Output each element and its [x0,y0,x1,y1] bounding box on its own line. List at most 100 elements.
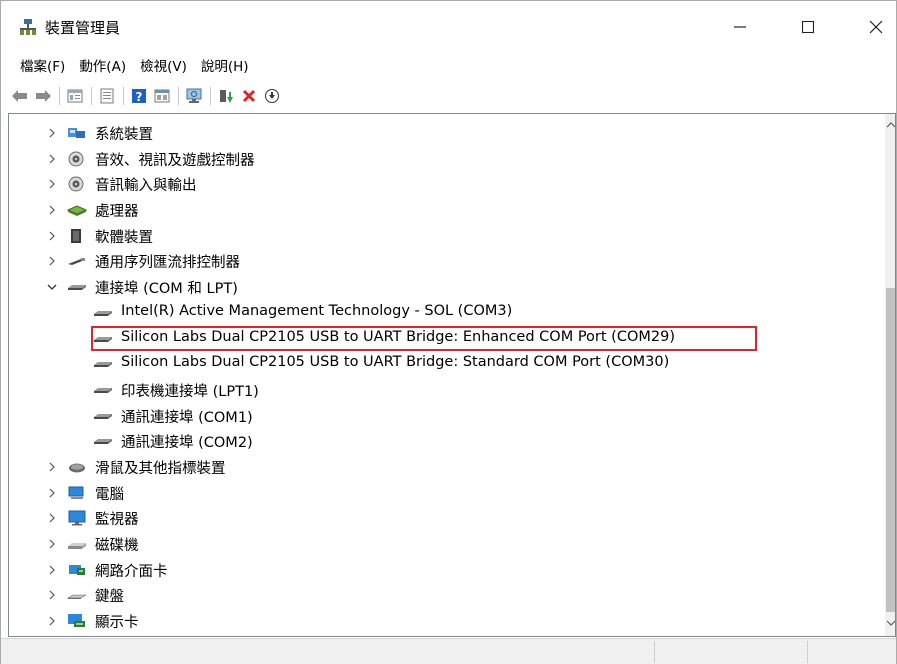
toolbar-separator [210,87,211,105]
enable-device-button[interactable] [215,86,236,107]
tree-item[interactable]: 鍵盤 [9,582,883,608]
display-adapter-icon [67,613,87,629]
tree-item-label: Intel(R) Active Management Technology - … [121,302,513,319]
tree-item[interactable]: 印表機連接埠 (LPT1) [9,377,883,403]
menu-file[interactable]: 檔案(F) [13,55,72,79]
vertical-scrollbar[interactable] [885,114,895,636]
toolbar-separator [59,87,60,105]
menu-view[interactable]: 檢視(V) [133,55,194,79]
device-tree-list: 系統裝置音效、視訊及遊戲控制器 音訊輸入與輸出 處理器軟體裝置通用序列匯流排控制器連… [9,120,883,634]
maximize-icon [801,20,815,34]
chevron-right-icon[interactable] [45,126,59,140]
tree-item-label: 電腦 [95,486,124,503]
port-icon [93,356,113,372]
tree-item[interactable]: 滑鼠及其他指標裝置 [9,454,883,480]
minimize-button[interactable] [717,9,763,45]
chevron-right-icon[interactable] [45,203,59,217]
maximize-button[interactable] [785,9,831,45]
tree-item[interactable]: 音效、視訊及遊戲控制器 [9,146,883,172]
tree-item[interactable]: 處理器 [9,197,883,223]
enable-device-icon [219,90,233,103]
chevron-right-icon[interactable] [45,460,59,474]
view-button[interactable] [151,86,172,107]
scan-hardware-button[interactable] [183,86,204,107]
chevron-right-icon[interactable] [45,152,59,166]
sound-controller-icon [67,151,87,167]
toolbar-separator [91,87,92,105]
tree-item[interactable]: 電腦 [9,480,883,506]
close-button[interactable] [853,9,897,45]
tree-item[interactable]: Intel(R) Active Management Technology - … [9,300,883,326]
download-icon [264,89,279,103]
tree-item[interactable]: Silicon Labs Dual CP2105 USB to UART Bri… [9,325,883,352]
audio-io-icon [67,176,87,192]
chevron-right-icon[interactable] [45,229,59,243]
uninstall-icon [242,89,255,103]
chevron-right-icon[interactable] [45,254,59,268]
tree-item-label: 系統裝置 [95,127,153,143]
tree-item[interactable]: 顯示卡 [9,608,883,634]
back-button[interactable] [9,86,30,107]
device-tree[interactable]: 系統裝置音效、視訊及遊戲控制器 音訊輸入與輸出 處理器軟體裝置通用序列匯流排控制器連… [8,113,896,637]
chevron-right-icon[interactable] [45,511,59,525]
scrollbar-thumb[interactable] [886,288,895,612]
tree-item[interactable]: 監視器 [9,505,883,531]
chevron-right-icon[interactable] [45,537,59,551]
chevron-down-icon[interactable] [45,280,59,294]
help-icon: ? [131,89,146,104]
tree-item-label: 通訊連接埠 (COM2) [121,435,253,452]
tree-item-label: 通訊連接埠 (COM1) [121,409,253,426]
menu-help[interactable]: 說明(H) [194,55,256,79]
port-icon [93,331,113,347]
forward-button[interactable] [32,86,53,107]
toolbar: ? [1,81,896,111]
device-manager-app-icon [20,19,36,35]
chevron-right-icon[interactable] [45,177,59,191]
tree-item[interactable]: 通用序列匯流排控制器 [9,248,883,274]
tree-item-label: 音訊輸入與輸出 [95,178,197,195]
tree-item-label: 滑鼠及其他指標裝置 [95,460,226,477]
menu-bar: 檔案(F) 動作(A) 檢視(V) 說明(H) [1,53,896,81]
minimize-icon [734,26,746,28]
help-button[interactable]: ? [128,86,149,107]
port-icon [93,408,113,424]
chevron-right-icon[interactable] [45,588,59,602]
download-button[interactable] [261,86,282,107]
scroll-down-arrow-icon[interactable] [885,618,895,630]
tree-item-label: 音效、視訊及遊戲控制器 [95,152,255,169]
uninstall-device-button[interactable] [238,86,259,107]
port-icon [93,305,113,321]
tree-item[interactable]: 音訊輸入與輸出 [9,171,883,197]
properties-button[interactable] [64,86,85,107]
mouse-icon [67,459,87,475]
tree-item[interactable]: 網路介面卡 [9,557,883,583]
chevron-right-icon[interactable] [45,563,59,577]
tree-item-label: 網路介面卡 [95,563,168,580]
tree-item[interactable]: 通訊連接埠 (COM2) [9,428,883,454]
tree-item-label: 處理器 [95,204,139,221]
window-title: 裝置管理員 [45,19,121,37]
tree-item[interactable]: Silicon Labs Dual CP2105 USB to UART Bri… [9,351,883,377]
properties-icon [67,89,82,103]
tree-item[interactable]: 軟體裝置 [9,223,883,249]
close-icon [869,20,883,34]
title-bar[interactable]: 裝置管理員 [1,1,896,53]
tree-item[interactable]: 連接埠 (COM 和 LPT) [9,274,883,300]
chevron-right-icon[interactable] [45,614,59,628]
tree-item-label: 軟體裝置 [95,229,153,246]
tree-item[interactable]: 通訊連接埠 (COM1) [9,403,883,429]
menu-action[interactable]: 動作(A) [72,55,133,79]
status-divider [654,641,655,663]
system-devices-icon [67,125,87,141]
tree-item[interactable]: 系統裝置 [9,120,883,146]
tree-item-label: Silicon Labs Dual CP2105 USB to UART Bri… [121,354,670,371]
computer-icon [67,485,87,501]
update-driver-button[interactable] [96,86,117,107]
chevron-right-icon[interactable] [45,486,59,500]
port-icon [93,382,113,398]
tree-item-label: 磁碟機 [95,538,139,554]
toolbar-separator [178,87,179,105]
tree-item[interactable]: 磁碟機 [9,531,883,557]
tree-item-label: Silicon Labs Dual CP2105 USB to UART Bri… [121,328,675,345]
scroll-up-arrow-icon[interactable] [885,120,895,132]
